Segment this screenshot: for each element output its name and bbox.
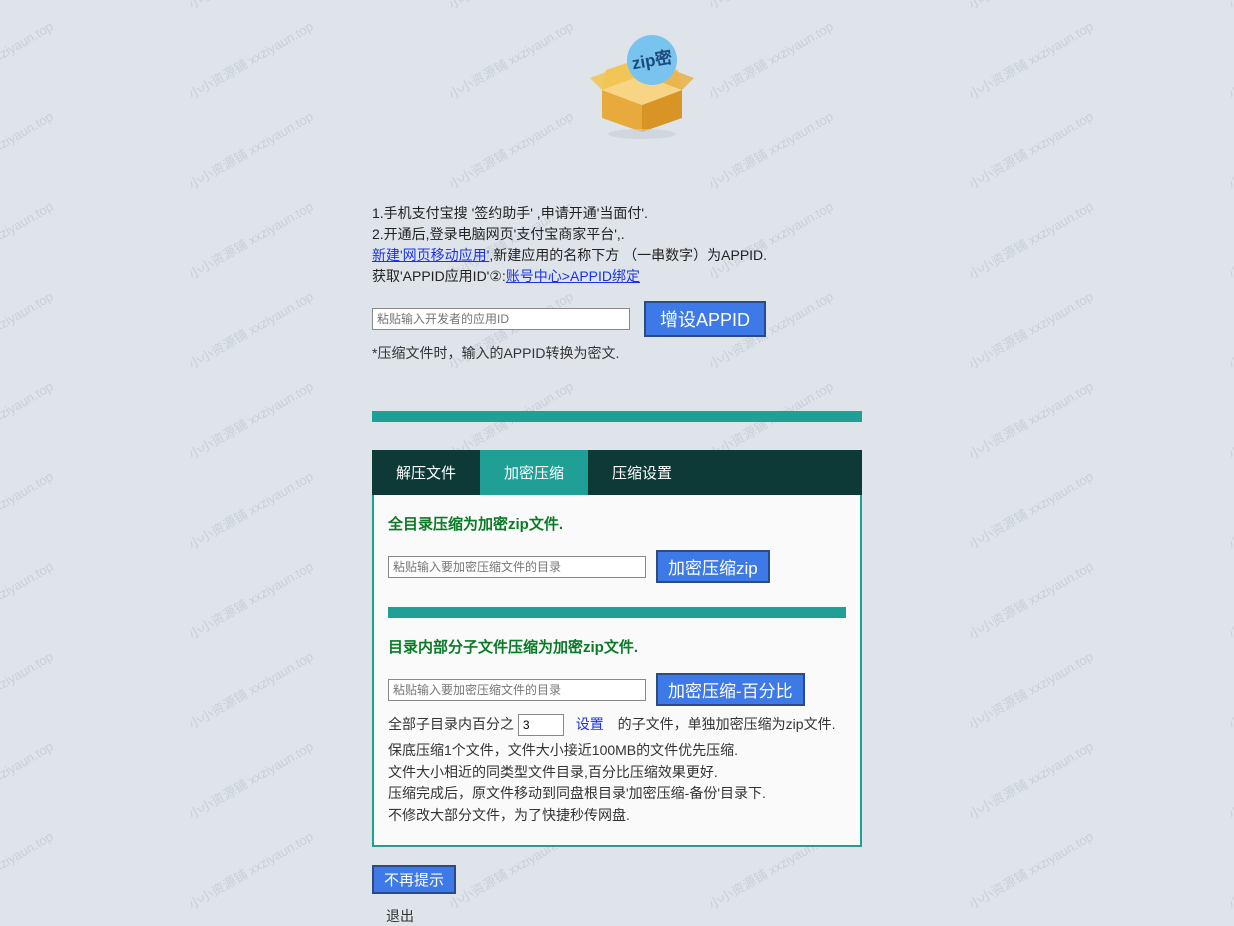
intro-text: 1.手机支付宝搜 '签约助手' ,申请开通'当面付'. 2.开通后,登录电脑网页… xyxy=(372,203,862,287)
percent-input[interactable] xyxy=(518,714,564,736)
intro-line4-pre: 获取'APPID应用ID'②: xyxy=(372,268,506,284)
tab-bar: 解压文件 加密压缩 压缩设置 xyxy=(372,450,862,495)
link-new-app[interactable]: 新建'网页移动应用' xyxy=(372,247,489,263)
desc3: 压缩完成后，原文件移动到同盘根目录'加密压缩-备份'目录下. xyxy=(388,783,846,805)
intro-line1: 1.手机支付宝搜 '签约助手' ,申请开通'当面付'. xyxy=(372,203,862,224)
logo-box-icon: zip密 xyxy=(422,30,862,143)
add-appid-button[interactable]: 增设APPID xyxy=(644,301,766,337)
percent-row-pre: 全部子目录内百分之 xyxy=(388,716,514,732)
tab-settings[interactable]: 压缩设置 xyxy=(588,450,696,495)
encrypt-percent-button[interactable]: 加密压缩-百分比 xyxy=(656,673,805,706)
appid-note: *压缩文件时，输入的APPID转换为密文. xyxy=(372,343,862,363)
desc-block: 保底压缩1个文件，文件大小接近100MB的文件优先压缩. 文件大小相近的同类型文… xyxy=(388,740,846,827)
dir-input-2[interactable] xyxy=(388,679,646,701)
percent-row-post: 的子文件，单独加密压缩为zip文件. xyxy=(618,716,836,732)
section1-title: 全目录压缩为加密zip文件. xyxy=(388,513,846,534)
no-prompt-button[interactable]: 不再提示 xyxy=(372,865,456,894)
encrypt-zip-button[interactable]: 加密压缩zip xyxy=(656,550,770,583)
section2-title: 目录内部分子文件压缩为加密zip文件. xyxy=(388,636,846,657)
divider-bar xyxy=(372,411,862,422)
desc4: 不修改大部分文件，为了快捷秒传网盘. xyxy=(388,805,846,827)
exit-link[interactable]: 退出 xyxy=(386,906,414,926)
tab-extract[interactable]: 解压文件 xyxy=(372,450,480,495)
tab-encrypt[interactable]: 加密压缩 xyxy=(480,450,588,495)
link-appid-bind[interactable]: 账号中心>APPID绑定 xyxy=(506,268,640,284)
dir-input-1[interactable] xyxy=(388,556,646,578)
appid-input[interactable] xyxy=(372,308,630,330)
intro-line2: 2.开通后,登录电脑网页'支付宝商家平台',. xyxy=(372,224,862,245)
panel-encrypt: 全目录压缩为加密zip文件. 加密压缩zip 目录内部分子文件压缩为加密zip文… xyxy=(372,495,862,847)
divider-bar-2 xyxy=(388,607,846,618)
desc1: 保底压缩1个文件，文件大小接近100MB的文件优先压缩. xyxy=(388,740,846,762)
desc2: 文件大小相近的同类型文件目录,百分比压缩效果更好. xyxy=(388,762,846,784)
intro-line3-mid: ,新建应用的名称下方 （一串数字）为APPID. xyxy=(489,247,767,263)
set-button[interactable]: 设置 xyxy=(576,716,604,732)
